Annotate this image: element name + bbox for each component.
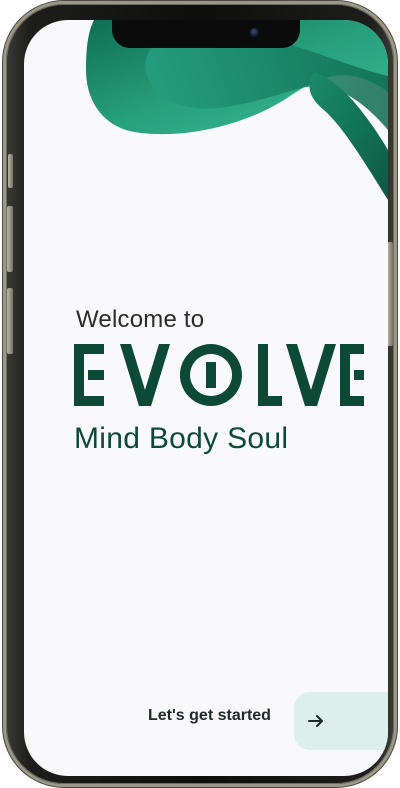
app-screen: Welcome to Mind Body Soul Let's get star… <box>24 20 388 776</box>
get-started-button[interactable] <box>294 692 388 750</box>
volume-up-button <box>7 206 13 272</box>
tagline: Mind Body Soul <box>74 422 289 455</box>
mute-switch <box>8 154 13 188</box>
device-notch <box>112 20 300 48</box>
arrow-right-icon <box>308 715 323 727</box>
welcome-text: Welcome to <box>76 306 205 333</box>
volume-down-button <box>7 288 13 354</box>
get-started-label[interactable]: Let's get started <box>148 707 271 725</box>
phone-frame: Welcome to Mind Body Soul Let's get star… <box>6 4 394 784</box>
evolve-logo <box>74 344 364 406</box>
camera-icon <box>250 28 259 37</box>
wave-decoration <box>86 20 388 200</box>
